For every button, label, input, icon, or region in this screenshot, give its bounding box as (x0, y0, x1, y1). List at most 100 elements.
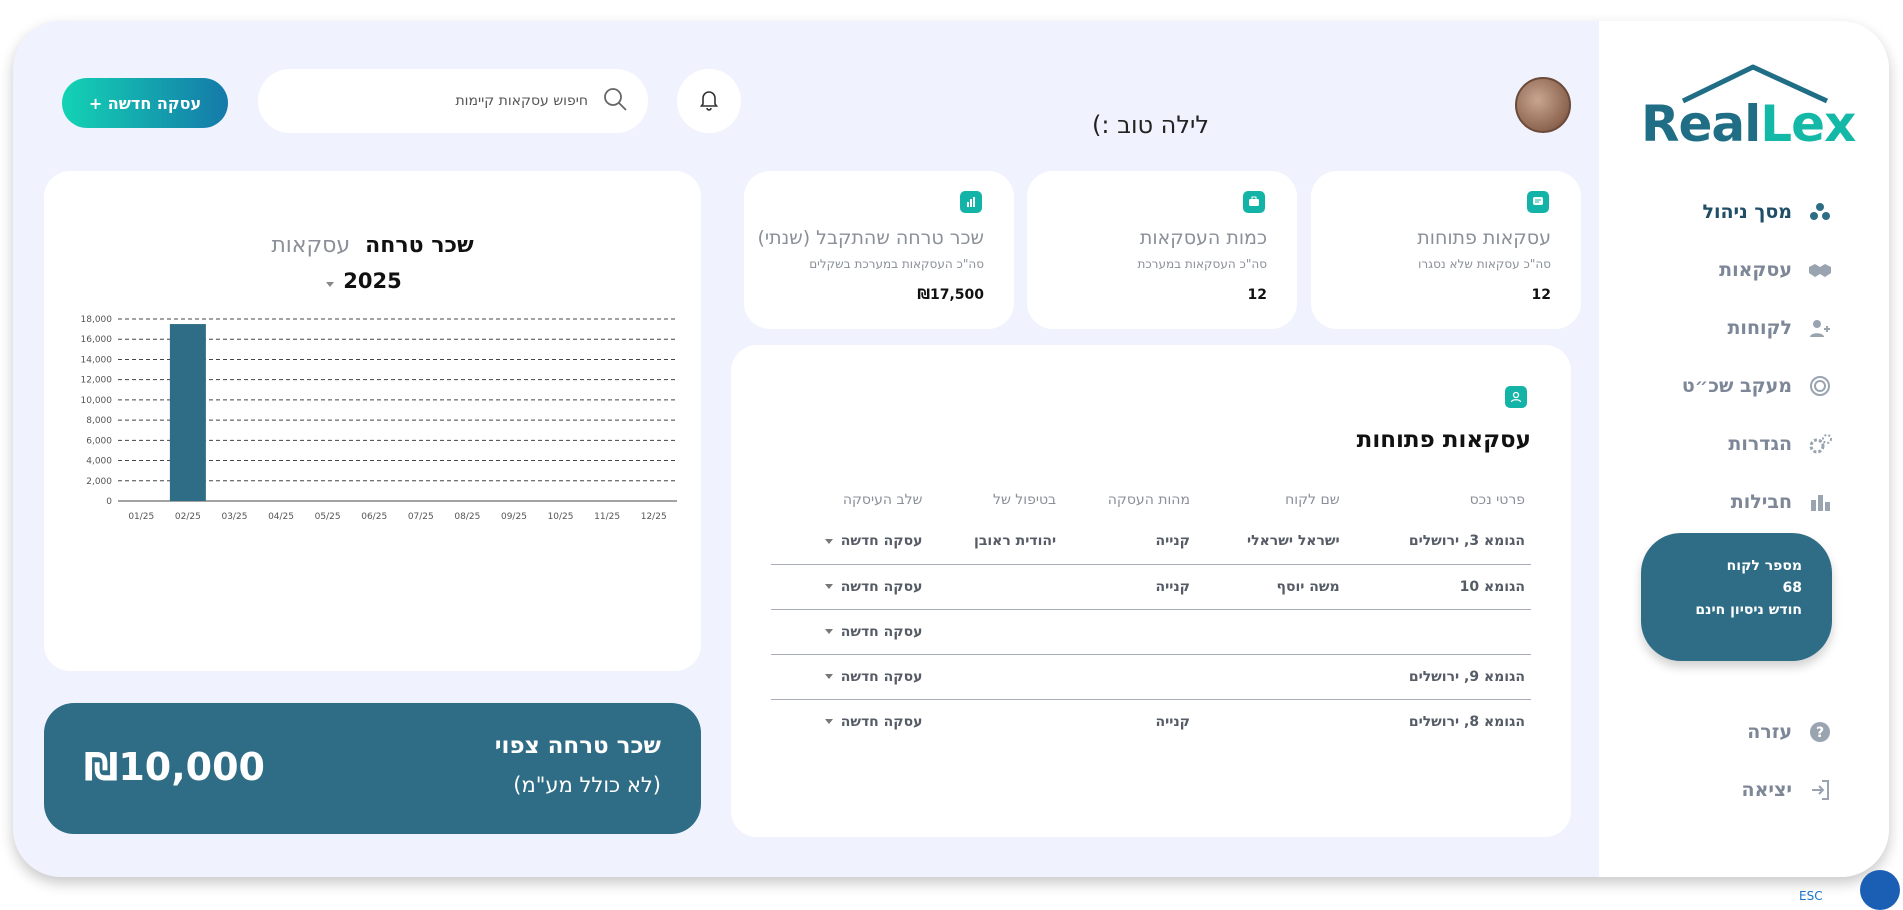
chart-tab-fees[interactable]: שכר טרחה (365, 233, 473, 258)
new-deal-button[interactable]: עסקה חדשה + (62, 78, 228, 128)
avatar[interactable] (1515, 77, 1571, 133)
deal-stage-select[interactable]: עסקה חדשה (771, 699, 928, 744)
forecast-value: ₪10,000 (84, 745, 266, 789)
table-cell (1195, 654, 1346, 700)
bar-02-25[interactable] (169, 324, 206, 501)
y-tick-label: 4,000 (86, 457, 112, 467)
deal-stage-select[interactable]: עסקה חדשה (771, 564, 929, 610)
y-tick-label: 10,000 (81, 396, 113, 406)
table-cell (928, 654, 1063, 700)
deal-stage-dropdown[interactable]: עסקה חדשה (824, 668, 923, 685)
table-row[interactable]: הגומא 3, ירושלים ישראל ישראלי קנייה יהודית … (771, 519, 1531, 565)
x-tick-label: 06/25 (361, 512, 387, 522)
x-tick-label: 08/25 (454, 512, 480, 522)
y-tick-label: 18,000 (81, 315, 113, 325)
sidebar-item-add-user[interactable]: לקוחות (1634, 299, 1834, 357)
column-header: פרטי נכס (1469, 492, 1525, 508)
account-card: מספר לקוח 68 חודש ניסיון חינם (1641, 533, 1832, 661)
chat-icon (1527, 191, 1549, 213)
chart-tab-deals[interactable]: עסקאות (271, 233, 350, 258)
table-cell (1062, 654, 1196, 700)
table-row[interactable]: הגומא 8, ירושלים קנייה עסקה חדשה (771, 699, 1531, 744)
y-tick-label: 2,000 (86, 477, 112, 487)
open-deals-title: עסקאות פתוחות (1356, 427, 1531, 453)
packages-icon (1806, 488, 1834, 516)
deal-stage-dropdown[interactable]: עסקה חדשה (824, 624, 922, 640)
sidebar-item-label: יציאה (1741, 779, 1792, 801)
stat-subtitle: סה"כ העסקאות במערכת בשקלים (809, 257, 984, 271)
table-cell: קנייה (1155, 713, 1190, 730)
sidebar-item-label: עזרה (1747, 721, 1792, 743)
sidebar-item-label: הגדרות (1728, 433, 1792, 455)
y-tick-label: 8,000 (86, 416, 112, 426)
deals-icon (1505, 386, 1527, 408)
sidebar-item-fee-tracking[interactable]: מעקב שכ״ט (1634, 357, 1834, 415)
deal-stage-dropdown[interactable]: עסקה חדשה (824, 533, 922, 549)
search-bar (258, 69, 648, 133)
accessibility-icon[interactable] (1860, 870, 1900, 910)
deal-stage-dropdown[interactable]: עסקה חדשה (824, 713, 923, 730)
x-tick-label: 12/25 (641, 512, 667, 522)
table-row[interactable]: הגומא 10 משה יוסף קנייה עסקה חדשה (771, 564, 1531, 610)
notifications-button[interactable] (677, 69, 741, 133)
chevron-down-icon (326, 282, 334, 287)
chart-header: שכר טרחה עסקאות (44, 233, 701, 258)
sidebar-item-handshake[interactable]: עסקאות (1634, 241, 1834, 299)
table-cell (1195, 609, 1346, 655)
sidebar-item-help[interactable]: ? עזרה (1634, 703, 1834, 761)
chevron-down-icon (824, 629, 833, 634)
add-user-icon (1806, 314, 1834, 342)
bell-icon (697, 87, 721, 115)
x-tick-label: 07/25 (408, 512, 434, 522)
sidebar: RealLex מסך ניהול עסקאות לקוחות מעקב שכ״ט הג… (1599, 21, 1889, 877)
sidebar-item-packages[interactable]: חבילות (1634, 473, 1834, 531)
x-tick-label: 09/25 (501, 512, 527, 522)
briefcase-icon (1243, 191, 1265, 213)
column-header: שם לקוח (1285, 492, 1340, 508)
stat-title: שכר טרחה שהתקבל (שנתי) (757, 227, 984, 249)
x-tick-label: 11/25 (594, 512, 620, 522)
table-cell: הגומא 10 (1345, 564, 1531, 610)
search-input[interactable] (288, 93, 588, 109)
bar-chart-icon (960, 191, 982, 213)
deal-stage-value: עסקה חדשה (840, 578, 923, 595)
stat-value: 12 (1247, 287, 1267, 303)
help-icon: ? (1806, 718, 1834, 746)
deal-stage-select[interactable]: עסקה חדשה (771, 609, 929, 655)
table-cell: קנייה (1062, 519, 1196, 565)
esc-label[interactable]: ESC (1799, 889, 1823, 903)
y-tick-label: 14,000 (81, 355, 113, 365)
sidebar-item-gear[interactable]: הגדרות (1634, 415, 1834, 473)
table-row[interactable]: עסקה חדשה (771, 609, 1531, 655)
deal-stage-dropdown[interactable]: עסקה חדשה (824, 578, 923, 595)
deal-stage-value: עסקה חדשה (840, 668, 923, 685)
sidebar-item-dashboard[interactable]: מסך ניהול (1634, 183, 1834, 241)
search-icon[interactable] (602, 86, 628, 116)
x-tick-label: 01/25 (128, 512, 154, 522)
x-tick-label: 10/25 (548, 512, 574, 522)
chevron-down-icon (824, 584, 833, 589)
handshake-icon (1806, 256, 1834, 284)
sidebar-item-label: עסקאות (1719, 259, 1792, 281)
column-header: שלב העיסקה (842, 492, 923, 508)
table-cell (1062, 609, 1196, 655)
app-window: RealLex מסך ניהול עסקאות לקוחות מעקב שכ״ט הג… (13, 21, 1889, 877)
table-cell: הגומא 3, ירושלים (1345, 519, 1531, 565)
table-cell: משה יוסף (1195, 564, 1346, 610)
table-cell: הגומא 9, ירושלים (1345, 654, 1531, 700)
deal-stage-select[interactable]: עסקה חדשה (771, 519, 929, 565)
x-tick-label: 05/25 (315, 512, 341, 522)
deal-stage-select[interactable]: עסקה חדשה (771, 654, 929, 700)
year-select[interactable]: 2025 (44, 269, 701, 293)
stat-subtitle: סה"כ העסקאות במערכת (1137, 257, 1267, 271)
fees-bar-chart: 0 2,000 4,000 6,000 8,000 10,000 12,000 14,000 1… (81, 315, 677, 522)
main-area: לילה טוב :) עסקה חדשה + עסקאות פתוחות ס (13, 21, 1599, 877)
deal-stage-value: עסקה חדשה (840, 713, 923, 730)
table-cell (1345, 609, 1531, 655)
table-row[interactable]: הגומא 9, ירושלים עסקה חדשה (771, 654, 1531, 700)
stat-title: עסקאות פתוחות (1417, 227, 1551, 249)
sidebar-item-logout[interactable]: יציאה (1634, 761, 1834, 819)
svg-text:?: ? (1816, 725, 1824, 741)
logout-icon (1806, 776, 1834, 804)
chevron-down-icon (824, 538, 833, 544)
